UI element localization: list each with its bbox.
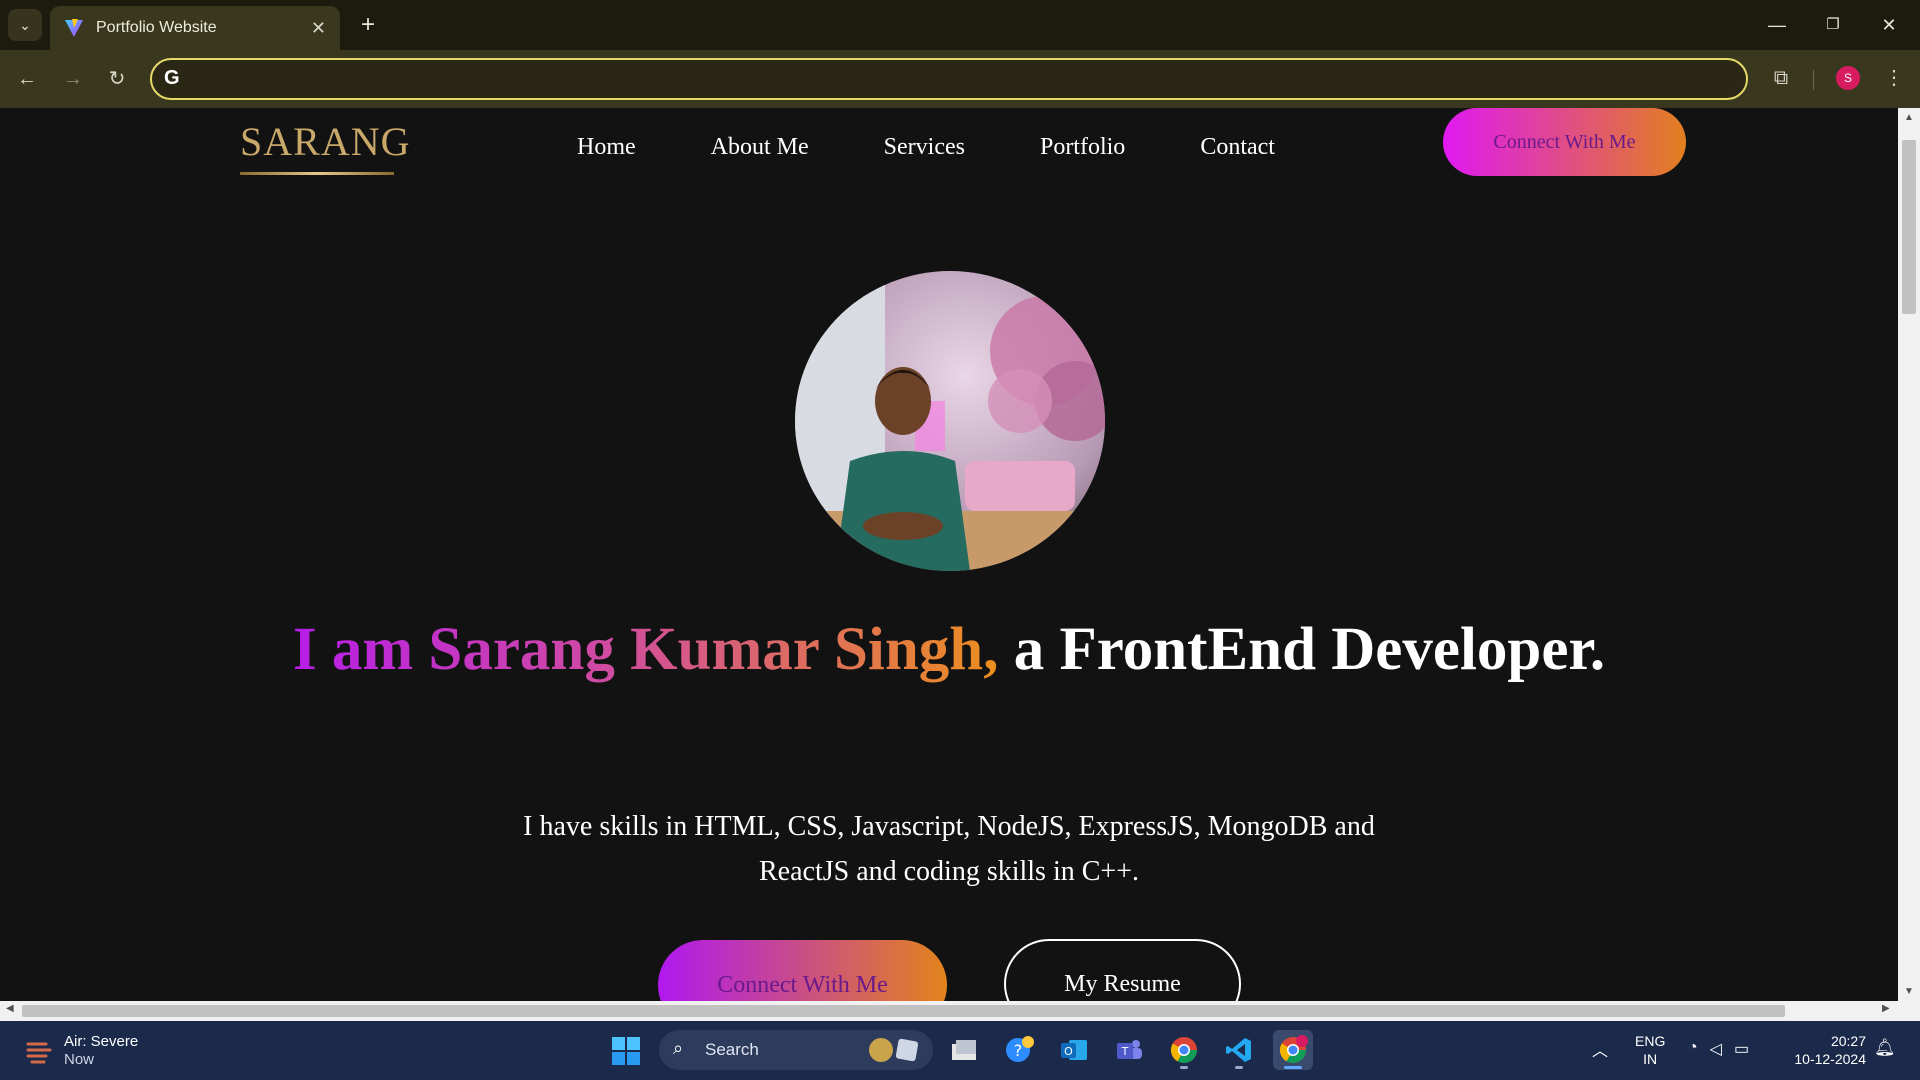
- active-tab[interactable]: Portfolio Website ✕: [50, 6, 340, 50]
- wifi-icon[interactable]: ◔: [1688, 1039, 1698, 1059]
- browser-tab-bar: ⌄ Portfolio Website ✕ + — ❐ ✕: [0, 0, 1920, 50]
- logo-text: SARANG: [240, 119, 411, 164]
- nav-portfolio[interactable]: Portfolio: [1040, 122, 1125, 172]
- vite-favicon-icon: [65, 19, 83, 37]
- vertical-scrollbar[interactable]: ▲ ▼: [1898, 108, 1920, 1001]
- nav-services[interactable]: Services: [884, 122, 965, 172]
- air-quality-icon: [26, 1042, 52, 1064]
- chrome-running-indicator: [1180, 1066, 1188, 1069]
- battery-icon[interactable]: ▭: [1734, 1039, 1749, 1059]
- restore-button[interactable]: ❐: [1810, 8, 1856, 42]
- back-arrow-icon[interactable]: ←: [10, 62, 44, 96]
- taskbar-search[interactable]: ⌕ Search: [659, 1030, 933, 1070]
- hero-description-text: I have skills in HTML, CSS, Javascript, …: [523, 811, 1375, 887]
- file-explorer-icon[interactable]: [944, 1030, 984, 1070]
- horizontal-scrollbar[interactable]: ◀ ▶: [0, 1001, 1920, 1021]
- profile-photo: [795, 271, 1105, 571]
- vscode-running-indicator: [1235, 1066, 1243, 1069]
- weather-widget[interactable]: Air: Severe Now: [24, 1033, 138, 1069]
- teams-icon[interactable]: T: [1109, 1030, 1149, 1070]
- logo-underline: [240, 172, 394, 175]
- reload-icon[interactable]: ↻: [100, 62, 134, 96]
- site-navigation: Home About Me Services Portfolio Contact: [577, 122, 1275, 172]
- svg-text:O: O: [1064, 1045, 1073, 1058]
- lang-code: ENG: [1635, 1033, 1666, 1049]
- weather-time: Now: [64, 1051, 95, 1068]
- google-icon: G: [164, 67, 180, 89]
- tab-search-button[interactable]: ⌄: [8, 9, 42, 41]
- weather-title: Air: Severe: [64, 1033, 139, 1050]
- horizontal-scroll-thumb[interactable]: [22, 1005, 1785, 1017]
- chevron-up-icon[interactable]: ︿: [1592, 1037, 1608, 1061]
- connect-with-me-button[interactable]: Connect With Me: [658, 940, 947, 1001]
- browser-menu-icon[interactable]: ⋮: [1882, 62, 1906, 94]
- new-tab-button[interactable]: +: [352, 10, 384, 42]
- chrome-profile-icon[interactable]: [1273, 1030, 1313, 1070]
- extensions-puzzle-icon[interactable]: ⧉: [1766, 63, 1796, 93]
- nav-contact[interactable]: Contact: [1200, 122, 1275, 172]
- taskbar: Air: Severe Now ⌕ Search ? O T ︿ ENG IN …: [0, 1021, 1920, 1080]
- svg-text:T: T: [1121, 1045, 1129, 1058]
- search-icon: ⌕: [673, 1038, 684, 1058]
- scroll-left-arrow-icon[interactable]: ◀: [6, 1003, 14, 1014]
- site-logo[interactable]: SARANG: [240, 119, 411, 175]
- hero-description: I have skills in HTML, CSS, Javascript, …: [0, 804, 1898, 894]
- volume-icon[interactable]: ◁: [1710, 1039, 1722, 1059]
- chevron-down-icon: ⌄: [19, 16, 31, 33]
- hero-name: I am Sarang Kumar Singh,: [292, 616, 999, 683]
- toolbar-separator: [1813, 70, 1814, 90]
- connect-with-me-header-button[interactable]: Connect With Me: [1443, 108, 1686, 176]
- forward-arrow-icon[interactable]: →: [56, 62, 90, 96]
- search-highlight-icon: [869, 1038, 919, 1062]
- profile-avatar[interactable]: S: [1836, 66, 1860, 90]
- language-indicator[interactable]: ENG IN: [1635, 1032, 1665, 1068]
- tab-title: Portfolio Website: [96, 19, 217, 36]
- chrome-icon[interactable]: [1164, 1030, 1204, 1070]
- help-icon[interactable]: ?: [999, 1030, 1039, 1070]
- browser-toolbar: ← → ↻ G ⧉ S ⋮: [0, 50, 1920, 108]
- tab-close-icon[interactable]: ✕: [311, 18, 326, 39]
- active-app-indicator: [1284, 1066, 1302, 1069]
- address-input[interactable]: [196, 66, 1696, 92]
- my-resume-button[interactable]: My Resume: [1004, 939, 1241, 1001]
- scroll-down-arrow-icon[interactable]: ▼: [1898, 986, 1920, 997]
- minimize-button[interactable]: —: [1754, 8, 1800, 42]
- lang-region: IN: [1643, 1051, 1658, 1067]
- address-bar[interactable]: G: [150, 58, 1748, 100]
- notification-bell-icon[interactable]: 🔔︎: [1874, 1038, 1896, 1058]
- windows-start-icon[interactable]: [611, 1036, 641, 1066]
- scroll-up-arrow-icon[interactable]: ▲: [1898, 112, 1920, 123]
- outlook-icon[interactable]: O: [1054, 1030, 1094, 1070]
- hero-headline: I am Sarang Kumar Singh, a FrontEnd Deve…: [0, 613, 1898, 686]
- vscode-icon[interactable]: [1219, 1030, 1259, 1070]
- scroll-right-arrow-icon[interactable]: ▶: [1882, 1003, 1890, 1014]
- nav-home[interactable]: Home: [577, 122, 636, 172]
- nav-about-me[interactable]: About Me: [711, 122, 809, 172]
- search-label: Search: [705, 1040, 759, 1059]
- system-tray: ◔ ◁ ▭: [1688, 1039, 1749, 1059]
- page-viewport: SARANG Home About Me Services Portfolio …: [0, 108, 1898, 1001]
- close-window-button[interactable]: ✕: [1866, 8, 1912, 42]
- clock-date: 10-12-2024: [1794, 1051, 1866, 1067]
- clock-time: 20:27: [1830, 1033, 1866, 1049]
- taskbar-clock[interactable]: 20:27 10-12-2024: [1780, 1032, 1866, 1068]
- svg-text:?: ?: [1014, 1041, 1023, 1060]
- hero-role: a FrontEnd Developer.: [998, 616, 1606, 683]
- vertical-scroll-thumb[interactable]: [1902, 140, 1916, 314]
